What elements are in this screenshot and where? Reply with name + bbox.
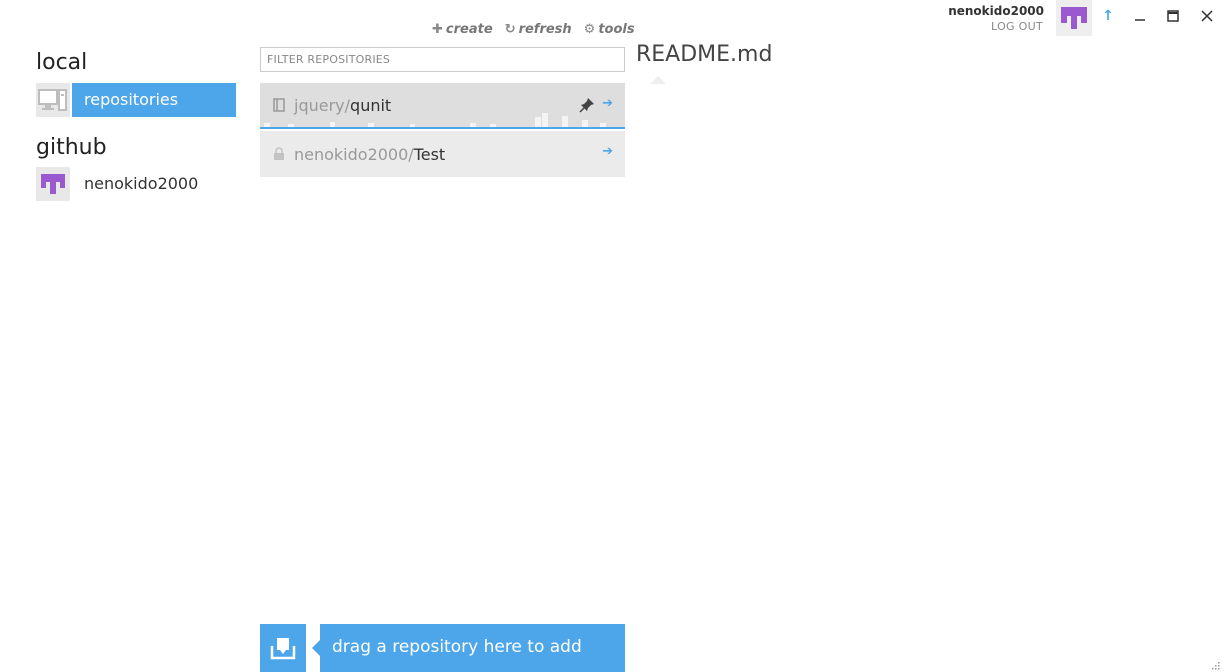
filter-repositories-input[interactable] xyxy=(260,47,625,72)
github-section-title: github xyxy=(36,135,107,160)
lock-icon xyxy=(272,146,286,162)
logout-link[interactable]: LOG OUT xyxy=(991,20,1043,33)
account-username: nenokido2000 xyxy=(948,4,1044,18)
account-avatar[interactable] xyxy=(1056,0,1092,36)
resize-grip-icon[interactable] xyxy=(1210,660,1220,670)
readme-title: README.md xyxy=(636,42,773,67)
repo-list-item[interactable]: jquery/qunit ➔ xyxy=(260,83,625,129)
tools-button[interactable]: ⚙ tools xyxy=(584,22,635,37)
create-button[interactable]: ✚ create xyxy=(432,22,493,37)
refresh-button[interactable]: ↻ refresh xyxy=(505,22,572,37)
sidebar-item-label: repositories xyxy=(72,83,236,117)
sidebar-item-repositories[interactable]: repositories xyxy=(36,83,236,117)
repo-name: nenokido2000/Test xyxy=(294,145,445,164)
refresh-label: refresh xyxy=(518,22,572,37)
repo-title: Test xyxy=(413,144,446,164)
drop-tray-icon xyxy=(260,624,306,672)
maximize-icon[interactable] xyxy=(1163,6,1183,26)
tools-label: tools xyxy=(598,22,635,37)
top-actions: ✚ create ↻ refresh ⚙ tools xyxy=(432,22,635,37)
readme-caret xyxy=(650,76,666,84)
sidebar-item-github-user[interactable]: nenokido2000 xyxy=(36,167,236,201)
repo-owner: nenokido2000/ xyxy=(294,144,414,164)
refresh-icon: ↻ xyxy=(504,22,516,37)
drop-zone-label[interactable]: drag a repository here to add xyxy=(312,624,625,672)
local-section-title: local xyxy=(36,50,88,75)
avatar xyxy=(36,167,70,201)
create-label: create xyxy=(445,22,493,37)
close-icon[interactable] xyxy=(1197,6,1217,26)
activity-graph xyxy=(264,113,606,127)
gear-icon: ⚙ xyxy=(583,22,596,37)
open-repo-arrow-icon[interactable]: ➔ xyxy=(602,96,613,111)
sidebar-item-label: nenokido2000 xyxy=(84,174,199,193)
pin-icon[interactable] xyxy=(579,97,595,117)
open-repo-arrow-icon[interactable]: ➔ xyxy=(602,144,613,159)
sync-arrow-up-icon[interactable]: ↑ xyxy=(1098,6,1118,26)
repo-list-item[interactable]: nenokido2000/Test ➔ xyxy=(260,131,625,177)
minimize-icon[interactable] xyxy=(1130,6,1150,26)
computer-icon xyxy=(36,83,70,117)
plus-icon: ✚ xyxy=(432,22,443,37)
